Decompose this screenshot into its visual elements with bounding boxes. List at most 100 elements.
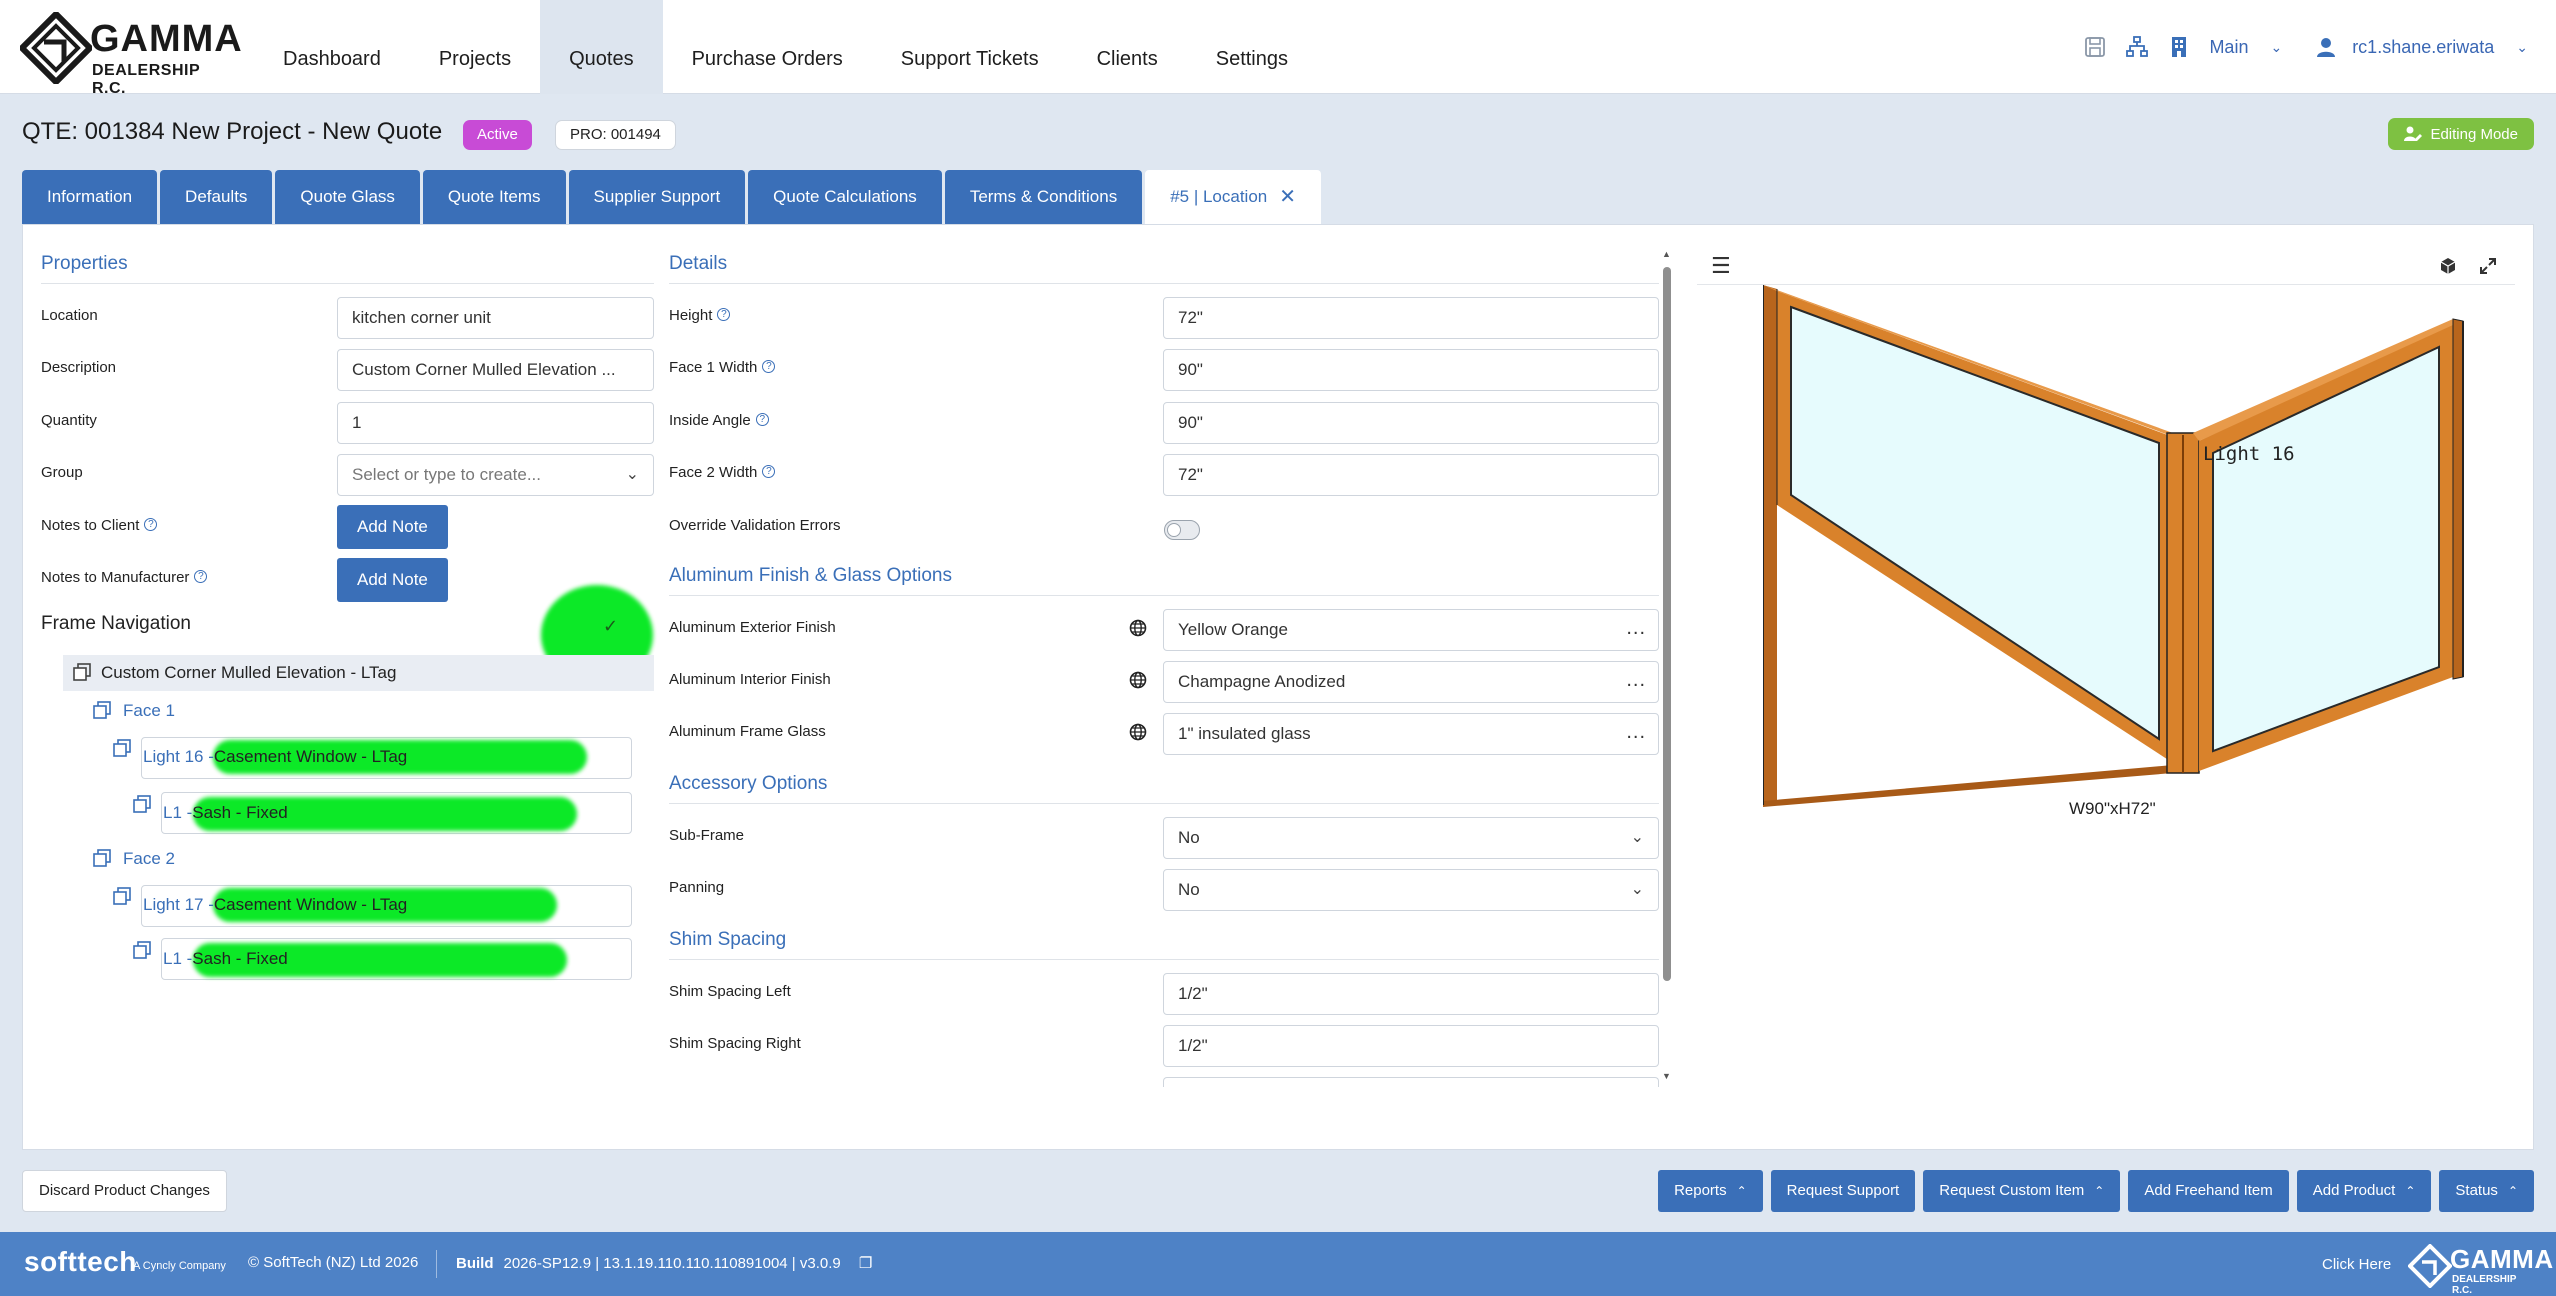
nav-quotes[interactable]: Quotes [540,0,663,94]
scrollbar-thumb[interactable] [1663,267,1671,981]
panning-select[interactable]: No ⌄ [1163,869,1659,911]
help-icon[interactable]: ? [762,465,776,478]
click-here-link[interactable]: Click Here [2322,1256,2391,1273]
chevron-up-icon: ⌃ [2094,1184,2105,1198]
request-custom-item-button[interactable]: Request Custom Item ⌃ [1923,1170,2121,1212]
add-freehand-item-button[interactable]: Add Freehand Item [2128,1170,2289,1212]
chevron-up-icon: ⌃ [2405,1184,2416,1198]
add-note-manufacturer-button[interactable]: Add Note [337,558,448,602]
scroll-up-icon[interactable]: ▲ [1662,249,1671,259]
header-actions: Main ⌄ rc1.shane.eriwata ⌄ [2083,0,2528,94]
footer-brand-logo[interactable]: GAMMA DEALERSHIP R.C. [2408,1240,2553,1296]
tree-light-17-label: Light 17 -Casement Window - LTag [143,895,408,914]
expand-icon[interactable] [2479,257,2497,275]
override-toggle[interactable] [1164,520,1200,540]
inside-angle-input[interactable]: 90" [1163,402,1659,444]
ext-finish-select[interactable]: Yellow Orange... [1163,609,1659,651]
globe-icon[interactable] [1129,619,1147,637]
nav-clients[interactable]: Clients [1068,0,1187,94]
face1-width-label: Face 1 Width? [669,359,776,376]
face2-width-input[interactable]: 72" [1163,454,1659,496]
shim-right-input[interactable]: 1/2" [1163,1025,1659,1067]
copy-icon[interactable] [113,739,131,757]
tree-root-item[interactable]: Custom Corner Mulled Elevation - LTag [63,655,654,691]
branch-selector[interactable]: Main ⌄ [2167,35,2282,59]
status-button[interactable]: Status ⌃ [2439,1170,2534,1212]
add-product-button[interactable]: Add Product ⌃ [2296,1170,2432,1212]
save-icon[interactable] [2083,35,2107,59]
int-finish-select[interactable]: Champagne Anodized... [1163,661,1659,703]
copy-icon[interactable] [133,795,151,813]
top-bar: GAMMA DEALERSHIP R.C. Dashboard Projects… [0,0,2556,97]
close-icon[interactable]: ✕ [1279,170,1296,224]
check-icon[interactable]: ✓ [603,616,618,637]
tab-supplier-support[interactable]: Supplier Support [568,170,746,224]
more-icon[interactable]: ... [1626,714,1646,752]
chevron-down-icon: ⌄ [2516,38,2528,55]
frame-glass-select[interactable]: 1" insulated glass... [1163,713,1659,755]
tab-quote-calculations[interactable]: Quote Calculations [748,170,942,224]
height-label: Height? [669,307,731,324]
more-icon[interactable]: ... [1626,662,1646,700]
more-icon[interactable]: ... [1626,610,1646,648]
help-icon[interactable]: ? [717,308,731,321]
height-input[interactable]: 72" [1163,297,1659,339]
brand-logo[interactable]: GAMMA DEALERSHIP R.C. [20,12,242,97]
accessory-title: Accessory Options [669,773,1659,804]
face1-width-input[interactable]: 90" [1163,349,1659,391]
tab-location[interactable]: #5 | Location ✕ [1145,170,1322,224]
subframe-select[interactable]: No ⌄ [1163,817,1659,859]
inside-angle-label: Inside Angle? [669,412,769,429]
scroll-down-icon[interactable]: ▼ [1662,1071,1671,1081]
tree-face-2[interactable]: Face 2 [123,841,175,877]
help-icon[interactable]: ? [194,570,208,583]
editing-mode-button[interactable]: Editing Mode [2388,118,2534,150]
nav-purchase-orders[interactable]: Purchase Orders [663,0,872,94]
sitemap-icon[interactable] [2125,35,2149,59]
copy-icon[interactable] [113,887,131,905]
shim-left-input[interactable]: 1/2" [1163,973,1659,1015]
brand-name: GAMMA [90,18,243,60]
add-note-client-button[interactable]: Add Note [337,505,448,549]
next-field-partial[interactable] [1163,1077,1659,1087]
notes-manufacturer-label: Notes to Manufacturer? [41,569,208,586]
editing-mode-label: Editing Mode [2430,125,2518,143]
help-icon[interactable]: ? [755,413,769,426]
nav-settings[interactable]: Settings [1187,0,1317,94]
quantity-input[interactable]: 1 [337,402,654,444]
help-icon[interactable]: ? [144,518,158,531]
copy-icon[interactable] [93,701,111,719]
nav-support-tickets[interactable]: Support Tickets [872,0,1068,94]
location-input[interactable]: kitchen corner unit [337,297,654,339]
tab-terms-conditions[interactable]: Terms & Conditions [944,170,1143,224]
globe-icon[interactable] [1129,723,1147,741]
project-badge[interactable]: PRO: 001494 [555,120,676,150]
details-title: Details [669,253,1659,284]
copy-icon[interactable]: ❐ [859,1255,872,1272]
tab-defaults[interactable]: Defaults [160,170,273,224]
footer-divider [436,1250,437,1278]
tab-information[interactable]: Information [22,170,158,224]
copy-icon[interactable] [93,849,111,867]
globe-icon[interactable] [1129,671,1147,689]
details-scrollbar[interactable]: ▲ ▼ [1661,249,1673,1081]
gamma-logo-icon [20,12,92,84]
help-icon[interactable]: ? [762,360,776,373]
user-menu[interactable]: rc1.shane.eriwata ⌄ [2314,35,2528,59]
nav-projects[interactable]: Projects [410,0,540,94]
tab-quote-items[interactable]: Quote Items [422,170,566,224]
cube-icon[interactable] [2439,257,2457,275]
tree-sash-2-label: L1 -Sash - Fixed [163,949,288,968]
copy-icon[interactable] [133,941,151,959]
softtech-logo[interactable]: softtech [24,1246,137,1278]
reports-button[interactable]: Reports ⌃ [1658,1170,1763,1212]
discard-changes-button[interactable]: Discard Product Changes [22,1170,227,1212]
request-support-button[interactable]: Request Support [1770,1170,1916,1212]
tab-quote-glass[interactable]: Quote Glass [275,170,420,224]
nav-dashboard[interactable]: Dashboard [254,0,410,94]
copy-icon[interactable] [73,663,91,681]
tree-face-1[interactable]: Face 1 [123,693,175,729]
menu-icon[interactable]: ☰ [1711,253,1731,279]
description-input[interactable]: Custom Corner Mulled Elevation ... [337,349,654,391]
group-select[interactable]: Select or type to create... ⌄ [337,454,654,496]
